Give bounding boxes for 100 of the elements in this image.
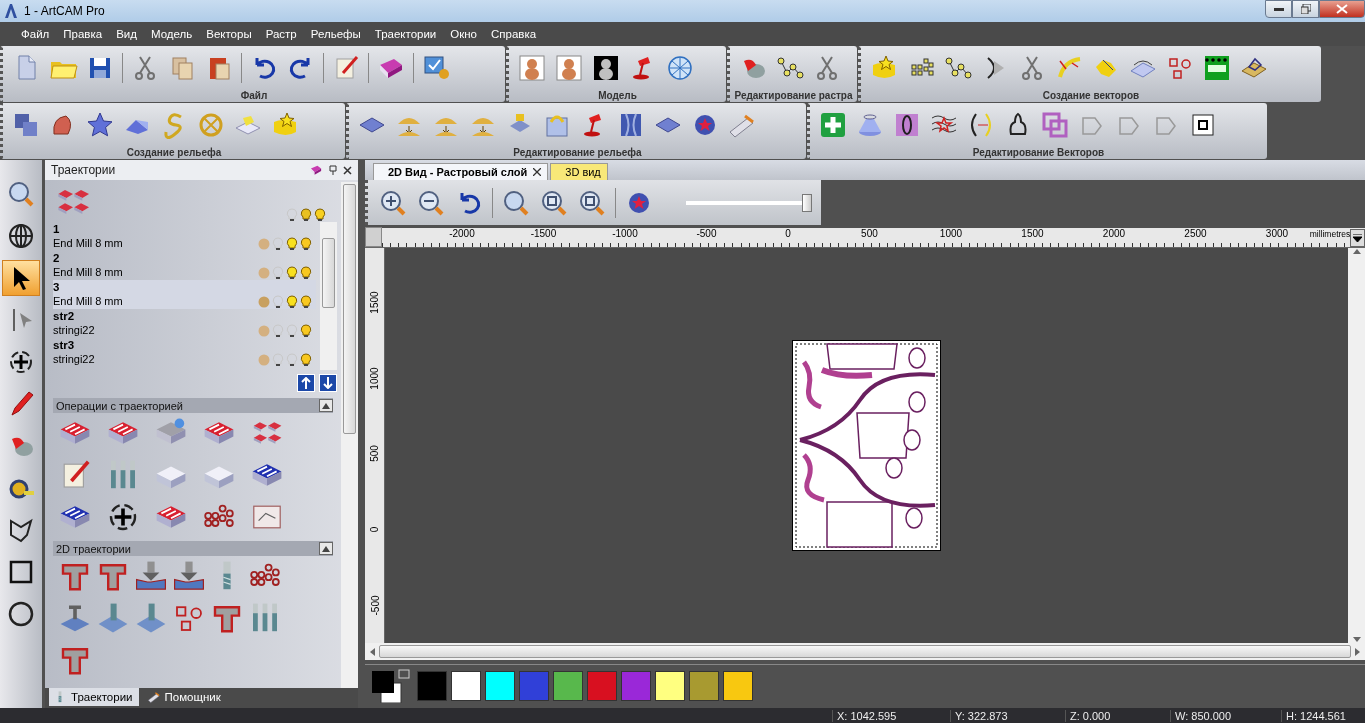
bulb-icon[interactable] bbox=[314, 208, 326, 222]
pin-icon[interactable] bbox=[329, 165, 337, 175]
panel-scrollbar[interactable] bbox=[341, 182, 358, 688]
help-book-icon[interactable] bbox=[309, 163, 323, 177]
panel-tab[interactable]: Помощник bbox=[142, 688, 227, 706]
color-swatch[interactable] bbox=[417, 670, 447, 701]
toolpath-item[interactable]: 3 End Mill 8 mm bbox=[53, 280, 316, 309]
status-field: Z: 0.000 bbox=[1065, 709, 1170, 722]
bear-resize-icon[interactable] bbox=[554, 53, 584, 83]
scroll-left-icon[interactable] bbox=[369, 647, 375, 656]
collapse-button[interactable] bbox=[319, 542, 333, 555]
grayscale-bear-icon[interactable] bbox=[591, 53, 621, 83]
current-colors-icon[interactable] bbox=[371, 668, 413, 703]
panel-title: Траектории bbox=[51, 163, 116, 177]
bulb-icon[interactable] bbox=[300, 295, 312, 309]
bulb-outline-icon[interactable] bbox=[272, 353, 284, 367]
collapse-button[interactable] bbox=[319, 399, 333, 412]
menu-item[interactable]: Справка bbox=[484, 28, 544, 40]
status-field: X: 1042.595 bbox=[832, 709, 950, 722]
section-title: Операции с траекторией bbox=[56, 399, 183, 412]
menu-item[interactable]: Файл bbox=[14, 28, 57, 40]
tool-name: End Mill 8 mm bbox=[53, 236, 124, 251]
bulb-icon[interactable] bbox=[286, 353, 298, 367]
horizontal-scrollbar[interactable] bbox=[365, 643, 1365, 660]
bulb-outline-icon[interactable] bbox=[272, 324, 284, 338]
bulb-outline-icon[interactable] bbox=[286, 208, 298, 222]
close-icon[interactable] bbox=[343, 165, 352, 175]
toolbar-group-label: Редактирование рельефа bbox=[513, 147, 642, 159]
bear-icon[interactable] bbox=[517, 53, 547, 83]
menu-item[interactable]: Растр bbox=[258, 28, 304, 40]
ruler-label: 500 bbox=[860, 227, 879, 241]
bulb-outline-icon[interactable] bbox=[272, 295, 284, 309]
color-swatch[interactable] bbox=[485, 670, 515, 701]
menu-item[interactable]: Рельефы bbox=[303, 28, 368, 40]
status-dot bbox=[258, 266, 270, 280]
ruler-label: 2500 bbox=[1183, 227, 1208, 241]
color-swatch[interactable] bbox=[689, 670, 719, 701]
toolpath-item[interactable]: str2 stringi22 bbox=[53, 309, 316, 338]
color-swatch[interactable] bbox=[451, 670, 481, 701]
bulb-outline-icon[interactable] bbox=[272, 237, 284, 251]
circle-icon bbox=[6, 599, 36, 629]
overlap-squares-icon[interactable] bbox=[1040, 110, 1070, 140]
canvas-scrollbar[interactable] bbox=[1348, 248, 1365, 643]
restore-button[interactable] bbox=[1292, 0, 1319, 18]
list-scrollbar[interactable] bbox=[320, 222, 337, 370]
color-swatch[interactable] bbox=[553, 670, 583, 701]
status-field: W: 850.000 bbox=[1170, 709, 1281, 722]
close-icon[interactable] bbox=[533, 168, 542, 176]
bulb-icon[interactable] bbox=[286, 324, 298, 338]
ruler-label: 0 bbox=[784, 227, 792, 241]
ruler-corner[interactable] bbox=[365, 227, 383, 247]
tool-name: stringi22 bbox=[53, 323, 96, 338]
color-swatch[interactable] bbox=[519, 670, 549, 701]
menu-item[interactable]: Окно bbox=[443, 28, 485, 40]
section-header[interactable]: Операции с траекторией bbox=[53, 398, 333, 413]
menu-item[interactable]: Вид bbox=[109, 28, 144, 40]
color-swatch[interactable] bbox=[723, 670, 753, 701]
move-down-button[interactable] bbox=[319, 374, 337, 392]
scroll-right-icon[interactable] bbox=[1355, 647, 1361, 656]
restore-icon bbox=[1300, 4, 1311, 14]
drawing-canvas[interactable] bbox=[385, 248, 1348, 643]
ruler-label: -500 bbox=[369, 595, 380, 616]
bulb-outline-icon[interactable] bbox=[272, 266, 284, 280]
toolbar-group-label: Создание рельефа bbox=[126, 147, 222, 159]
bulb-icon[interactable] bbox=[300, 266, 312, 280]
slider-thumb[interactable] bbox=[802, 193, 812, 212]
color-swatch[interactable] bbox=[587, 670, 617, 701]
bulb-icon[interactable] bbox=[286, 295, 298, 309]
bulb-icon[interactable] bbox=[300, 353, 312, 367]
move-up-button[interactable] bbox=[297, 374, 315, 392]
menu-item[interactable]: Модель bbox=[143, 28, 200, 40]
text-grid-icon[interactable] bbox=[1202, 53, 1232, 83]
bulb-icon[interactable] bbox=[300, 324, 312, 338]
mesh-globe-icon[interactable] bbox=[665, 53, 695, 83]
view-tab[interactable]: 3D вид bbox=[550, 163, 608, 180]
menu-item[interactable]: Правка bbox=[56, 28, 110, 40]
ruler-dropdown-button[interactable] bbox=[1350, 229, 1365, 247]
status-dot bbox=[258, 324, 270, 338]
panel-tab[interactable]: Траектории bbox=[49, 688, 139, 706]
ruler-label: 1000 bbox=[938, 227, 964, 241]
select-arrow-tool[interactable] bbox=[2, 260, 40, 296]
caret-icon bbox=[322, 545, 330, 552]
close-button[interactable] bbox=[1319, 0, 1365, 18]
toolpath-name: 2 bbox=[53, 251, 61, 265]
bulb-icon[interactable] bbox=[300, 237, 312, 251]
toolpath-name: str2 bbox=[53, 309, 76, 323]
bulb-icon[interactable] bbox=[286, 237, 298, 251]
half-bulb-icon[interactable] bbox=[300, 208, 312, 222]
plus-icon[interactable] bbox=[818, 110, 848, 140]
view-tab[interactable]: 2D Вид - Растровый слой bbox=[373, 163, 549, 180]
toolpath-item[interactable]: 1 End Mill 8 mm bbox=[53, 222, 316, 251]
color-swatch[interactable] bbox=[621, 670, 651, 701]
menu-item[interactable]: Векторы bbox=[199, 28, 259, 40]
menu-item[interactable]: Траектории bbox=[367, 28, 444, 40]
minimize-button[interactable] bbox=[1265, 0, 1292, 18]
toolpath-item[interactable]: 2 End Mill 8 mm bbox=[53, 251, 316, 280]
color-swatch[interactable] bbox=[655, 670, 685, 701]
section-header[interactable]: 2D траектории bbox=[53, 541, 333, 556]
bulb-icon[interactable] bbox=[286, 266, 298, 280]
toolpath-item[interactable]: str3 stringi22 bbox=[53, 338, 316, 367]
